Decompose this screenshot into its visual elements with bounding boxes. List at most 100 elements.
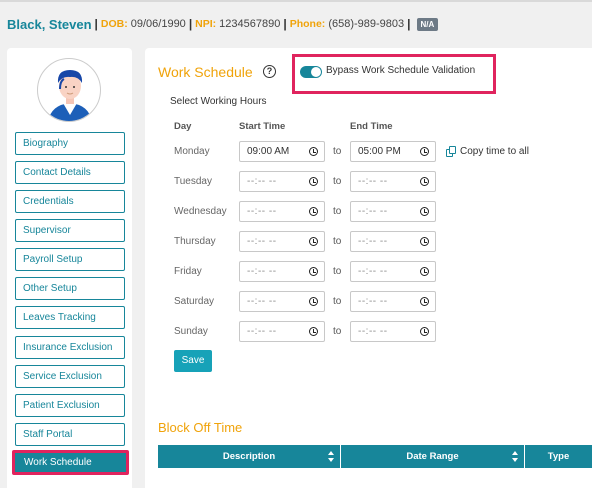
sort-icon[interactable] bbox=[328, 451, 334, 462]
sidebar-item-patient-exclusion[interactable]: Patient Exclusion bbox=[15, 394, 125, 417]
start-time-input-friday[interactable]: --:-- -- bbox=[239, 261, 325, 282]
column-header-label: Date Range bbox=[406, 451, 459, 462]
sidebar-item-insurance-exclusion[interactable]: Insurance Exclusion bbox=[15, 336, 125, 359]
end-time-input-wednesday[interactable]: --:-- -- bbox=[350, 201, 436, 222]
user-avatar-icon bbox=[37, 58, 101, 122]
to-label: to bbox=[333, 176, 342, 187]
end-time-value: --:-- -- bbox=[358, 206, 388, 217]
start-time-value: --:-- -- bbox=[247, 326, 277, 337]
dob-value: 09/06/1990 bbox=[130, 18, 186, 30]
day-label-monday: Monday bbox=[174, 146, 210, 157]
header-separator: | bbox=[407, 17, 411, 31]
toggle-switch-icon[interactable] bbox=[300, 66, 322, 78]
start-time-value: --:-- -- bbox=[247, 266, 277, 277]
start-time-input-thursday[interactable]: --:-- -- bbox=[239, 231, 325, 252]
clock-icon[interactable] bbox=[420, 267, 429, 276]
sidebar-item-credentials[interactable]: Credentials bbox=[15, 190, 125, 213]
toggle-knob bbox=[311, 67, 321, 77]
npi-value: 1234567890 bbox=[219, 18, 281, 30]
header-separator: | bbox=[188, 17, 193, 31]
column-header-label: Description bbox=[222, 451, 276, 462]
copy-time-label: Copy time to all bbox=[460, 146, 529, 157]
end-time-input-friday[interactable]: --:-- -- bbox=[350, 261, 436, 282]
save-button[interactable]: Save bbox=[174, 350, 212, 372]
section-title: Work Schedule bbox=[158, 64, 253, 80]
phone-value: (658)-989-9803 bbox=[328, 18, 405, 30]
column-header-day: Day bbox=[174, 121, 192, 132]
dob-label: DOB: bbox=[100, 18, 128, 30]
day-label-wednesday: Wednesday bbox=[174, 206, 227, 217]
start-time-value: --:-- -- bbox=[247, 296, 277, 307]
end-time-input-saturday[interactable]: --:-- -- bbox=[350, 291, 436, 312]
npi-label: NPI: bbox=[195, 18, 217, 30]
block-off-table-header: Description Date Range Type bbox=[158, 445, 592, 468]
start-time-value: --:-- -- bbox=[247, 206, 277, 217]
end-time-input-sunday[interactable]: --:-- -- bbox=[350, 321, 436, 342]
clock-icon[interactable] bbox=[309, 177, 318, 186]
end-time-input-monday[interactable]: 05:00 PM bbox=[350, 141, 436, 162]
start-time-value: 09:00 AM bbox=[247, 146, 290, 157]
sidebar-item-contact-details[interactable]: Contact Details bbox=[15, 161, 125, 184]
sidebar-item-leaves-tracking[interactable]: Leaves Tracking bbox=[15, 306, 125, 329]
sidebar-item-work-schedule[interactable]: Work Schedule bbox=[12, 450, 129, 475]
sidebar-item-service-exclusion[interactable]: Service Exclusion bbox=[15, 365, 125, 388]
profile-sidebar: Biography Contact Details Credentials Su… bbox=[7, 48, 132, 488]
copy-icon bbox=[446, 146, 456, 157]
start-time-input-wednesday[interactable]: --:-- -- bbox=[239, 201, 325, 222]
column-header-type[interactable]: Type bbox=[525, 445, 592, 468]
sidebar-item-payroll-setup[interactable]: Payroll Setup bbox=[15, 248, 125, 271]
help-circle-icon[interactable]: ? bbox=[263, 65, 276, 78]
status-badge: N/A bbox=[416, 17, 439, 31]
end-time-input-thursday[interactable]: --:-- -- bbox=[350, 231, 436, 252]
copy-time-to-all-link[interactable]: Copy time to all bbox=[446, 146, 529, 157]
day-label-tuesday: Tuesday bbox=[174, 176, 212, 187]
sidebar-item-supervisor[interactable]: Supervisor bbox=[15, 219, 125, 242]
end-time-input-tuesday[interactable]: --:-- -- bbox=[350, 171, 436, 192]
start-time-input-tuesday[interactable]: --:-- -- bbox=[239, 171, 325, 192]
sidebar-item-staff-portal[interactable]: Staff Portal bbox=[15, 423, 125, 446]
to-label: to bbox=[333, 296, 342, 307]
start-time-input-sunday[interactable]: --:-- -- bbox=[239, 321, 325, 342]
bypass-validation-label[interactable]: Bypass Work Schedule Validation bbox=[326, 65, 475, 76]
header-separator: | bbox=[283, 17, 287, 31]
clock-icon[interactable] bbox=[309, 237, 318, 246]
staff-name[interactable]: Black, Steven bbox=[7, 17, 92, 32]
day-label-thursday: Thursday bbox=[174, 236, 216, 247]
column-header-description[interactable]: Description bbox=[158, 445, 341, 468]
clock-icon[interactable] bbox=[309, 267, 318, 276]
top-divider bbox=[0, 0, 592, 2]
clock-icon[interactable] bbox=[420, 327, 429, 336]
start-time-value: --:-- -- bbox=[247, 236, 277, 247]
start-time-value: --:-- -- bbox=[247, 176, 277, 187]
to-label: to bbox=[333, 236, 342, 247]
to-label: to bbox=[333, 266, 342, 277]
start-time-input-monday[interactable]: 09:00 AM bbox=[239, 141, 325, 162]
column-header-date-range[interactable]: Date Range bbox=[341, 445, 525, 468]
clock-icon[interactable] bbox=[420, 147, 429, 156]
clock-icon[interactable] bbox=[309, 147, 318, 156]
end-time-value: --:-- -- bbox=[358, 266, 388, 277]
end-time-value: --:-- -- bbox=[358, 296, 388, 307]
phone-label: Phone: bbox=[289, 18, 326, 30]
day-label-saturday: Saturday bbox=[174, 296, 215, 307]
day-label-friday: Friday bbox=[174, 266, 202, 277]
end-time-value: --:-- -- bbox=[358, 236, 388, 247]
start-time-input-saturday[interactable]: --:-- -- bbox=[239, 291, 325, 312]
to-label: to bbox=[333, 146, 342, 157]
clock-icon[interactable] bbox=[420, 177, 429, 186]
sidebar-item-biography[interactable]: Biography bbox=[15, 132, 125, 155]
clock-icon[interactable] bbox=[309, 207, 318, 216]
sort-icon[interactable] bbox=[512, 451, 518, 462]
column-header-end: End Time bbox=[350, 121, 393, 132]
column-header-label: Type bbox=[547, 451, 570, 462]
work-schedule-panel: Work Schedule ? Bypass Work Schedule Val… bbox=[145, 48, 592, 488]
clock-icon[interactable] bbox=[420, 207, 429, 216]
clock-icon[interactable] bbox=[309, 327, 318, 336]
sidebar-item-other-setup[interactable]: Other Setup bbox=[15, 277, 125, 300]
column-header-start: Start Time bbox=[239, 121, 286, 132]
clock-icon[interactable] bbox=[420, 297, 429, 306]
to-label: to bbox=[333, 326, 342, 337]
clock-icon[interactable] bbox=[309, 297, 318, 306]
to-label: to bbox=[333, 206, 342, 217]
clock-icon[interactable] bbox=[420, 237, 429, 246]
